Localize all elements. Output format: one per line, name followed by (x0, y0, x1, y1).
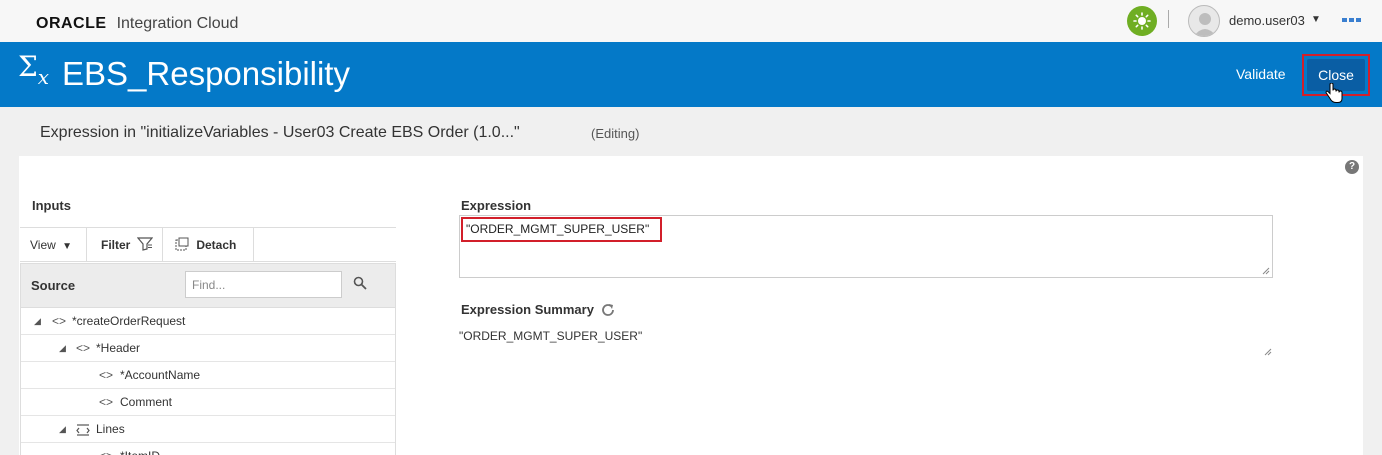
tree-node[interactable]: <> Comment (21, 389, 395, 416)
refresh-icon[interactable] (600, 302, 616, 318)
tree-node-label: Comment (120, 395, 173, 409)
source-header: Source (20, 263, 396, 308)
title-bar: Σx EBS_Responsibility Validate Close (0, 42, 1382, 107)
help-icon[interactable]: ? (1345, 160, 1359, 174)
repeating-element-icon (76, 424, 90, 436)
resize-grip-icon[interactable] (1262, 267, 1270, 275)
source-label: Source (31, 278, 76, 293)
expanded-triangle-icon[interactable]: ◢ (59, 335, 66, 361)
app-name: Integration Cloud (116, 15, 239, 32)
element-icon: <> (76, 341, 91, 355)
caret-down-icon[interactable]: ▼ (1311, 14, 1321, 25)
expression-icon: Σx (18, 50, 50, 89)
tree-node[interactable]: ◢ <> *Header (21, 335, 395, 362)
inputs-title: Inputs (32, 198, 71, 213)
inputs-toolbar: View ▼ Filter Detach (20, 227, 396, 262)
avatar[interactable] (1188, 5, 1220, 37)
avatar-icon (1194, 13, 1216, 36)
find-input[interactable] (185, 271, 342, 298)
toolbar-divider (253, 228, 254, 262)
element-icon: <> (99, 395, 114, 409)
caret-down-icon: ▼ (62, 241, 73, 252)
filter-icon (136, 237, 153, 251)
element-icon: <> (52, 314, 67, 328)
view-menu[interactable]: View ▼ (30, 228, 72, 262)
tree-node[interactable]: ◢ <> *createOrderRequest (21, 308, 395, 335)
sun-icon (1133, 12, 1151, 30)
oracle-logo: ORACLE (36, 15, 107, 32)
tree-node-label: Lines (96, 422, 125, 436)
tree-node[interactable]: <> *ItemID (21, 443, 395, 455)
header-divider (1168, 10, 1169, 28)
filter-label: Filter (101, 238, 131, 252)
tree-node-label: *createOrderRequest (72, 314, 186, 328)
tree-node[interactable]: <> *AccountName (21, 362, 395, 389)
toolbar-divider (162, 228, 163, 262)
expression-label: Expression (461, 198, 532, 213)
page-title: EBS_Responsibility (62, 55, 350, 92)
toolbar-divider (86, 228, 87, 262)
expanded-triangle-icon[interactable]: ◢ (34, 308, 41, 334)
expression-summary-label: Expression Summary (461, 302, 594, 317)
menu-dots-icon[interactable] (1342, 18, 1361, 22)
source-tree: ◢ <> *createOrderRequest ◢ <> *Header <>… (20, 308, 396, 455)
top-header: ORACLE Integration Cloud demo.user03 ▼ (0, 0, 1382, 42)
tree-node[interactable]: ◢ Lines (21, 416, 395, 443)
expression-value[interactable]: "ORDER_MGMT_SUPER_USER" (466, 222, 649, 236)
brand: ORACLE Integration Cloud (36, 14, 238, 34)
validate-button[interactable]: Validate (1224, 58, 1298, 90)
element-icon: <> (99, 443, 113, 455)
tree-node-label: *Header (96, 341, 141, 355)
editing-status: (Editing) (591, 126, 640, 141)
detach-label: Detach (196, 238, 237, 252)
theme-button[interactable] (1127, 6, 1157, 36)
tree-node-label: *ItemID (120, 443, 160, 455)
hand-cursor-icon (1325, 83, 1343, 103)
filter-button[interactable]: Filter (101, 228, 153, 262)
expanded-triangle-icon[interactable]: ◢ (59, 416, 66, 442)
user-name[interactable]: demo.user03 (1229, 13, 1305, 28)
tree-node-label: *AccountName (120, 368, 201, 382)
expression-context-title: Expression in "initializeVariables - Use… (40, 124, 520, 141)
expression-summary-value: "ORDER_MGMT_SUPER_USER" (459, 329, 643, 343)
search-icon[interactable] (353, 276, 367, 290)
element-icon: <> (99, 368, 114, 382)
detach-button[interactable]: Detach (175, 228, 236, 262)
resize-grip-icon[interactable] (1264, 348, 1272, 356)
view-label: View (30, 238, 56, 252)
detach-icon (175, 237, 189, 251)
